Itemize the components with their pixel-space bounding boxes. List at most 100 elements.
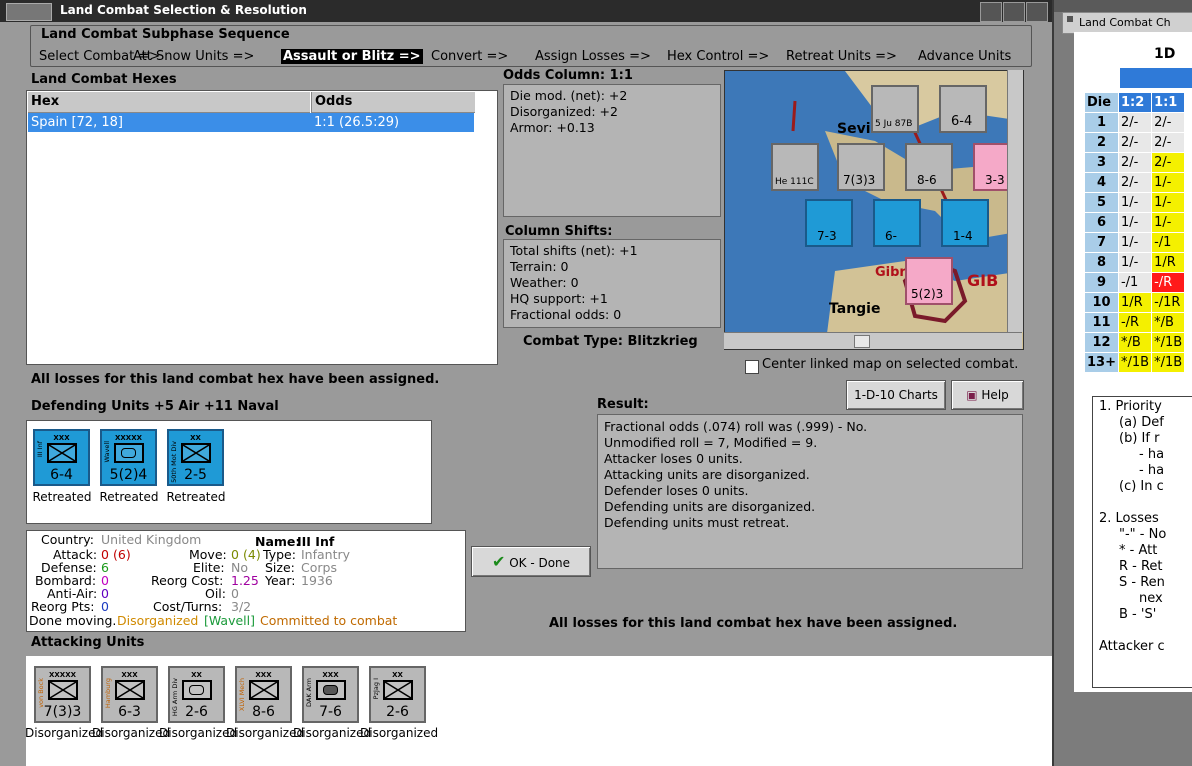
antitank-symbol-icon xyxy=(383,680,413,700)
unit-counter[interactable]: XXX XLVI Mech 8-6 xyxy=(235,666,292,723)
unit-name: PzJag I xyxy=(372,678,380,700)
step-hex-control[interactable]: Hex Control => xyxy=(667,49,769,64)
map-label-tangier: Tangie xyxy=(829,301,881,317)
charts-button[interactable]: 1-D-10 Charts xyxy=(846,380,946,410)
note-line: 1. Priority xyxy=(1099,399,1162,414)
map-counter-text: He 111C xyxy=(775,177,814,187)
map-counter-vonbock[interactable]: 7(3)3 xyxy=(837,143,885,191)
note-line: "-" - No xyxy=(1119,527,1167,542)
map-counter-stuka[interactable]: 5 Ju 87B xyxy=(871,85,919,133)
result-cell: -/R xyxy=(1151,272,1186,293)
unit-values: 2-6 xyxy=(185,704,208,720)
die-cell: 13+ xyxy=(1084,352,1119,373)
unit-size: XXX xyxy=(53,434,70,442)
unit-counter[interactable]: XXX III Inf 6-4 xyxy=(33,429,90,486)
unit-counter[interactable]: XX HG Arm Div 2-6 xyxy=(168,666,225,723)
unit-size: XX xyxy=(392,671,403,679)
title-bar: Land Combat Selection & Resolution xyxy=(0,0,1052,22)
result-panel: Fractional odds (.074) roll was (.999) -… xyxy=(597,414,1023,569)
result-cell: -/1 xyxy=(1117,272,1153,293)
result-line: Fractional odds (.074) roll was (.999) -… xyxy=(604,419,868,434)
note-line: - ha xyxy=(1139,447,1165,462)
unit-values: 5(2)4 xyxy=(109,467,148,483)
country-label: Country: xyxy=(41,532,94,547)
step-convert[interactable]: Convert => xyxy=(431,49,508,64)
note-line: - ha xyxy=(1139,463,1165,478)
result-line: Defending units must retreat. xyxy=(604,515,790,530)
unit-values: 7-6 xyxy=(319,704,342,720)
map-counter-xxxii[interactable]: 6-4 xyxy=(939,85,987,133)
note-line: nex xyxy=(1139,591,1163,606)
die-cell: 10 xyxy=(1084,292,1119,313)
result-line: Attacking units are disorganized. xyxy=(604,467,810,482)
unit-counter[interactable]: XX PzJag I 2-6 xyxy=(369,666,426,723)
col-hex-header[interactable]: Hex xyxy=(28,92,310,113)
map-counter-franco[interactable]: 5(2)3 xyxy=(905,257,953,305)
result-cell: 2/- xyxy=(1151,112,1186,133)
table-row: 12 */B */1B xyxy=(1084,332,1186,353)
die-cell: 11 xyxy=(1084,312,1119,333)
status-done: Done moving. xyxy=(29,613,117,628)
map-scroll-thumb[interactable] xyxy=(854,335,870,348)
close-button[interactable] xyxy=(1026,2,1048,22)
step-advance-units[interactable]: Advance Units xyxy=(918,49,1011,64)
map-counter-text: 7(3)3 xyxy=(843,173,876,187)
unit-values: 8-6 xyxy=(252,704,275,720)
linked-map[interactable]: Sevi Gibr GIB Tangie 5 Ju 87B 6-4 He 111… xyxy=(724,70,1024,350)
map-horizontal-scrollbar[interactable] xyxy=(724,332,1022,349)
map-counter-ii-inf[interactable]: 7-3 xyxy=(805,199,853,247)
map-counter-xlvi[interactable]: 8-6 xyxy=(905,143,953,191)
map-vertical-scrollbar[interactable] xyxy=(1007,70,1023,332)
step-assault-or-blitz[interactable]: Assault or Blitz => xyxy=(281,49,423,64)
unit-status: Retreated xyxy=(99,490,159,504)
table-row[interactable]: Spain [72, 18] 1:1 (26.5:29) xyxy=(28,113,474,132)
note-line: Attacker c xyxy=(1099,639,1165,654)
result-cell: 1/R xyxy=(1151,252,1186,273)
odds-column-label: Odds Column: 1:1 xyxy=(503,68,633,83)
country-value: United Kingdom xyxy=(101,532,202,547)
note-line: S - Ren xyxy=(1119,575,1165,590)
step-assign-losses[interactable]: Assign Losses => xyxy=(535,49,651,64)
result-cell: 2/- xyxy=(1117,132,1153,153)
disorganized-mod: Disorganized: +2 xyxy=(510,104,618,119)
note-line: R - Ret xyxy=(1119,559,1163,574)
map-counter-text: 8-6 xyxy=(917,173,937,187)
land-combat-chart-window: Land Combat Ch 1D Die 1:2 1:1 1 2/- 2/- 2 2/… xyxy=(1054,0,1192,766)
note-line: (c) In c xyxy=(1119,479,1164,494)
minimize-button[interactable] xyxy=(980,2,1002,22)
table-row: 9 -/1 -/R xyxy=(1084,272,1186,293)
unit-status: Retreated xyxy=(166,490,226,504)
year-value: 1936 xyxy=(301,573,333,588)
unit-size: XXX xyxy=(322,671,339,679)
ok-done-button[interactable]: ✔ OK - Done xyxy=(471,546,591,577)
col-1-2: 1:2 xyxy=(1117,92,1153,113)
map-counter-text: 7-3 xyxy=(817,229,837,243)
map-label-gibraltar: Gibr xyxy=(875,265,906,280)
unit-counter[interactable]: XXXXX Wavell 5(2)4 xyxy=(100,429,157,486)
map-counter-he111[interactable]: He 111C xyxy=(771,143,819,191)
maximize-button[interactable] xyxy=(1003,2,1025,22)
unit-counter[interactable]: XX 50th Mot Div 2-5 xyxy=(167,429,224,486)
hexes-label: Land Combat Hexes xyxy=(31,72,177,87)
result-cell: 1/- xyxy=(1151,172,1186,193)
map-counter-iii-inf[interactable]: 6- xyxy=(873,199,921,247)
unit-counter[interactable]: XXX DAK Arm 7-6 xyxy=(302,666,359,723)
step-retreat-units[interactable]: Retreat Units => xyxy=(786,49,897,64)
unit-values: 7(3)3 xyxy=(43,704,82,720)
unit-counter[interactable]: XXX Hamburg 6-3 xyxy=(101,666,158,723)
col-odds-header[interactable]: Odds xyxy=(311,92,475,113)
die-cell: 12 xyxy=(1084,332,1119,353)
map-counter-2nd-inf[interactable]: 1-4 xyxy=(941,199,989,247)
attacking-units-label: Attacking Units xyxy=(31,635,145,650)
unit-status: Retreated xyxy=(32,490,92,504)
defending-units-panel: XXX III Inf 6-4 Retreated XXXXX Wavell 5… xyxy=(26,420,432,524)
note-line: (b) If r xyxy=(1119,431,1160,446)
chart-heading: 1D xyxy=(1154,46,1176,62)
die-cell: 3 xyxy=(1084,152,1119,173)
unit-counter[interactable]: XXXXX von Bock 7(3)3 xyxy=(34,666,91,723)
result-label: Result: xyxy=(597,397,649,412)
help-button[interactable]: ▣ Help xyxy=(951,380,1024,410)
center-map-checkbox[interactable] xyxy=(745,360,759,374)
combat-window: Land Combat Selection & Resolution Land … xyxy=(0,0,1052,766)
step-att-snow-units[interactable]: Att Snow Units => xyxy=(133,49,254,64)
